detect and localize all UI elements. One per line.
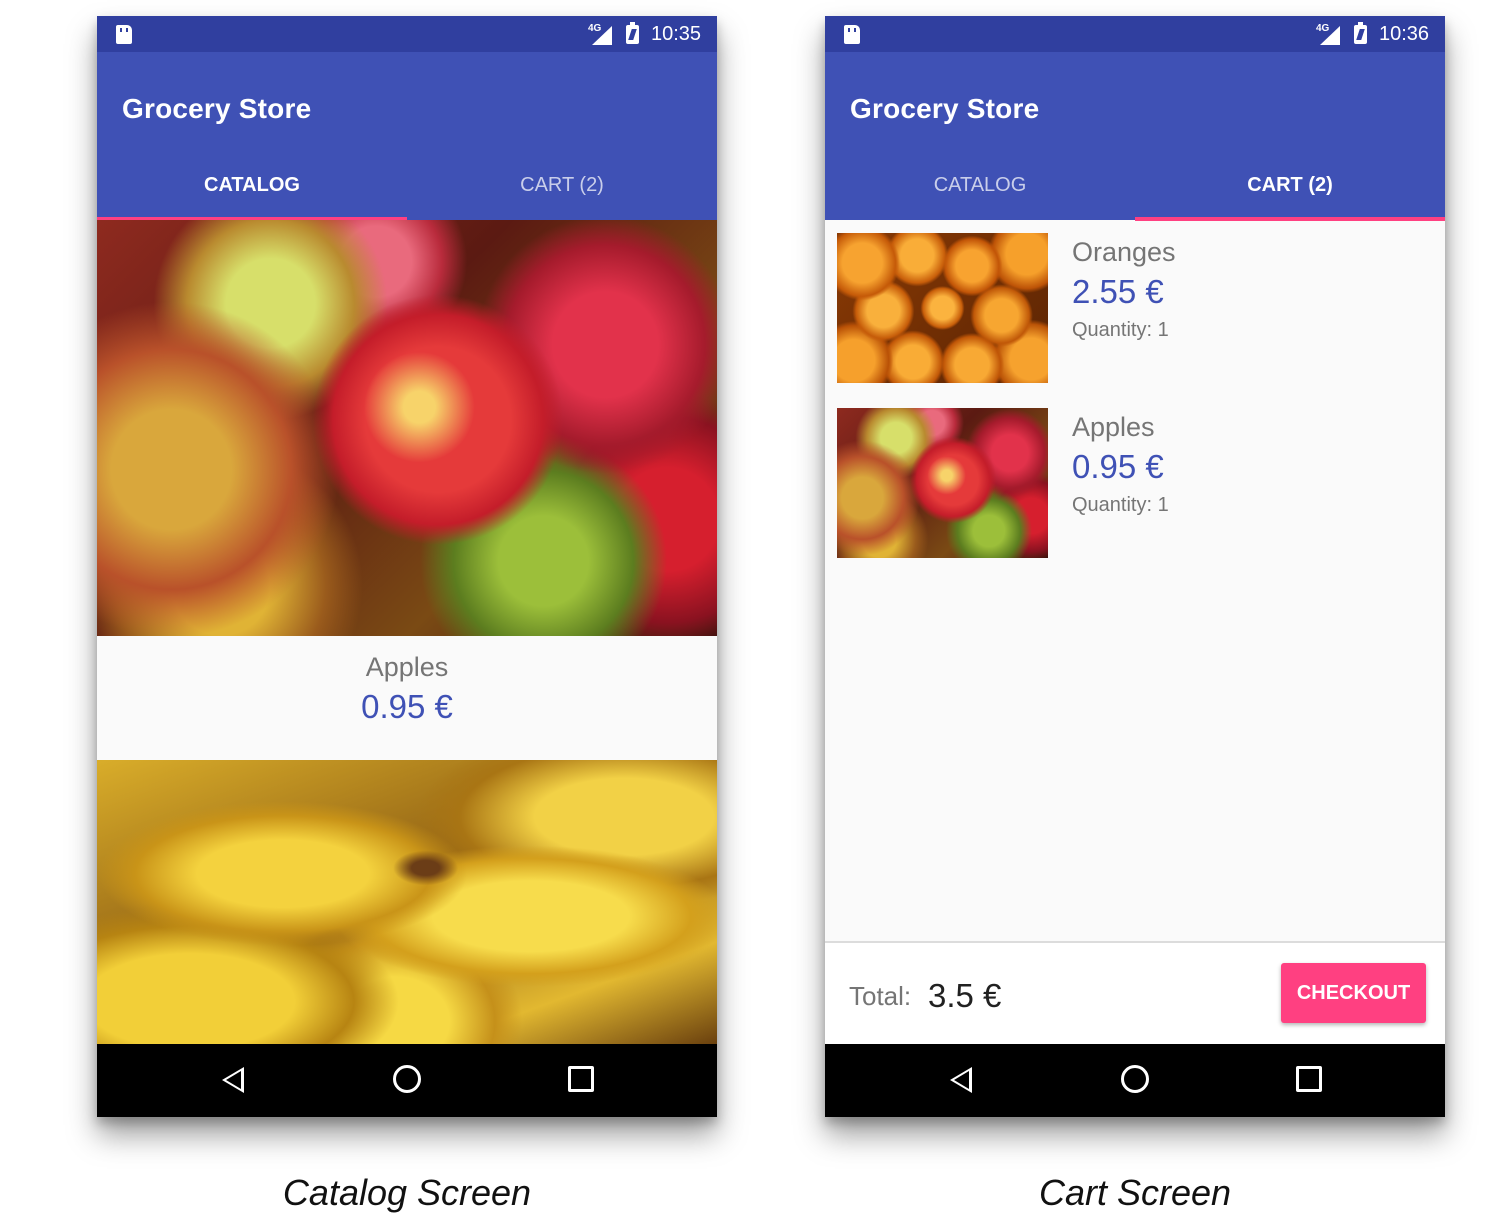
cart-item-quantity: Quantity: 1 [1072,494,1169,516]
product-image-apples [97,220,717,636]
cart-item-name: Apples [1072,412,1155,442]
app-bar: Grocery Store CATALOG CART (2) [97,52,717,221]
cart-item-image-apples [837,408,1048,558]
cart-item-price: 2.55 € [1072,273,1164,310]
tab-catalog[interactable]: CATALOG [97,164,407,220]
home-icon[interactable] [1121,1065,1149,1093]
cart-caption: Cart Screen [1038,1172,1232,1213]
tab-cart[interactable]: CART (2) [407,164,717,220]
product-card-bananas[interactable] [97,760,717,1044]
back-icon[interactable] [950,1067,972,1093]
catalog-screen: 4G 10:35 Grocery Store CATALOG CART (2) … [97,16,717,1117]
tab-cart[interactable]: CART (2) [1135,164,1445,220]
product-image-bananas [97,760,717,1044]
cart-list[interactable]: Oranges 2.55 € Quantity: 1 Apples 0.95 €… [825,220,1445,1044]
back-icon[interactable] [222,1067,244,1093]
home-icon[interactable] [393,1065,421,1093]
app-title: Grocery Store [122,93,312,124]
cart-item-name: Oranges [1072,237,1176,267]
network-type: 4G [588,23,602,34]
product-name: Apples [365,652,449,682]
total-value: 3.5 € [928,977,1002,1014]
status-time: 10:36 [1379,23,1430,45]
tab-bar: CATALOG CART (2) [97,164,717,221]
cart-footer: Total: 3.5 € CHECKOUT [825,941,1445,1044]
battery-icon [1354,22,1367,44]
checkout-button[interactable]: CHECKOUT [1281,963,1426,1023]
catalog-list[interactable]: Apples 0.95 € [97,220,717,1044]
status-time: 10:35 [651,23,702,45]
cart-item-price: 0.95 € [1072,448,1164,485]
tab-catalog[interactable]: CATALOG [825,164,1135,220]
recents-icon[interactable] [568,1066,594,1092]
tab-bar: CATALOG CART (2) [825,164,1445,221]
cart-screen: 4G 10:36 Grocery Store CATALOG CART (2) … [825,16,1445,1117]
recents-icon[interactable] [1296,1066,1322,1092]
navigation-bar [825,1044,1445,1117]
product-price: 0.95 € [361,688,453,725]
cart-item-quantity: Quantity: 1 [1072,319,1169,341]
cart-item-apples[interactable]: Apples 0.95 € Quantity: 1 [825,408,1445,583]
app-bar: Grocery Store CATALOG CART (2) [825,52,1445,221]
navigation-bar [97,1044,717,1117]
battery-icon [626,22,639,44]
total-label: Total: [849,981,912,1011]
cart-item-oranges[interactable]: Oranges 2.55 € Quantity: 1 [825,233,1445,408]
status-bar: 4G 10:35 [97,16,717,52]
catalog-caption: Catalog Screen [282,1172,532,1213]
product-card-apples[interactable]: Apples 0.95 € [97,220,717,760]
network-type: 4G [1316,23,1330,34]
status-bar: 4G 10:36 [825,16,1445,52]
sd-card-icon [116,25,132,44]
app-title: Grocery Store [850,93,1040,124]
cart-item-image-oranges [837,233,1048,383]
sd-card-icon [844,25,860,44]
